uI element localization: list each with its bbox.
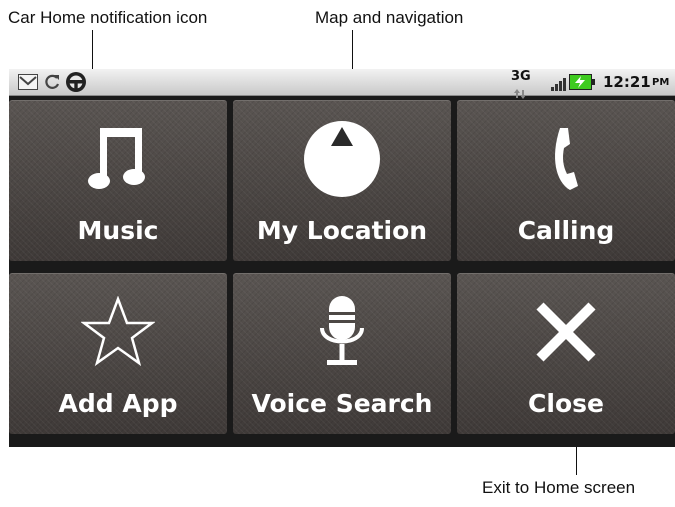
signal-icon — [551, 76, 567, 95]
status-ampm: PM — [652, 77, 670, 88]
star-icon — [9, 293, 227, 371]
voice-search-button[interactable]: Voice Search — [233, 273, 451, 434]
car-home-icon — [65, 71, 87, 97]
status-bar: 3G 12:21 PM — [9, 69, 675, 99]
music-label: Music — [77, 216, 159, 245]
sync-icon — [43, 73, 61, 95]
close-button[interactable]: Close — [457, 273, 675, 434]
callout-exit-home: Exit to Home screen — [482, 478, 636, 497]
battery-charging-icon — [569, 74, 595, 94]
music-button[interactable]: Music — [9, 100, 227, 261]
location-icon — [233, 120, 451, 198]
close-icon — [457, 293, 675, 371]
gmail-icon — [18, 74, 38, 94]
my-location-label: My Location — [256, 216, 428, 245]
calling-label: Calling — [517, 216, 615, 245]
add-app-label: Add App — [58, 389, 178, 418]
add-app-button[interactable]: Add App — [9, 273, 227, 434]
microphone-icon — [233, 293, 451, 371]
network-type: 3G — [511, 69, 531, 84]
callout-car-home: Car Home notification icon — [8, 8, 208, 27]
calling-button[interactable]: Calling — [457, 100, 675, 261]
car-home-screen: 3G 12:21 PM Music My Location Calling Ad… — [9, 69, 675, 447]
close-label: Close — [528, 389, 604, 418]
my-location-button[interactable]: My Location — [233, 100, 451, 261]
music-note-icon — [9, 120, 227, 198]
phone-icon — [457, 120, 675, 198]
status-time: 12:21 — [603, 73, 651, 91]
voice-search-label: Voice Search — [251, 389, 433, 418]
callout-map-navigation: Map and navigation — [315, 8, 464, 27]
car-home-grid: Music My Location Calling Add App Voice … — [9, 96, 675, 447]
